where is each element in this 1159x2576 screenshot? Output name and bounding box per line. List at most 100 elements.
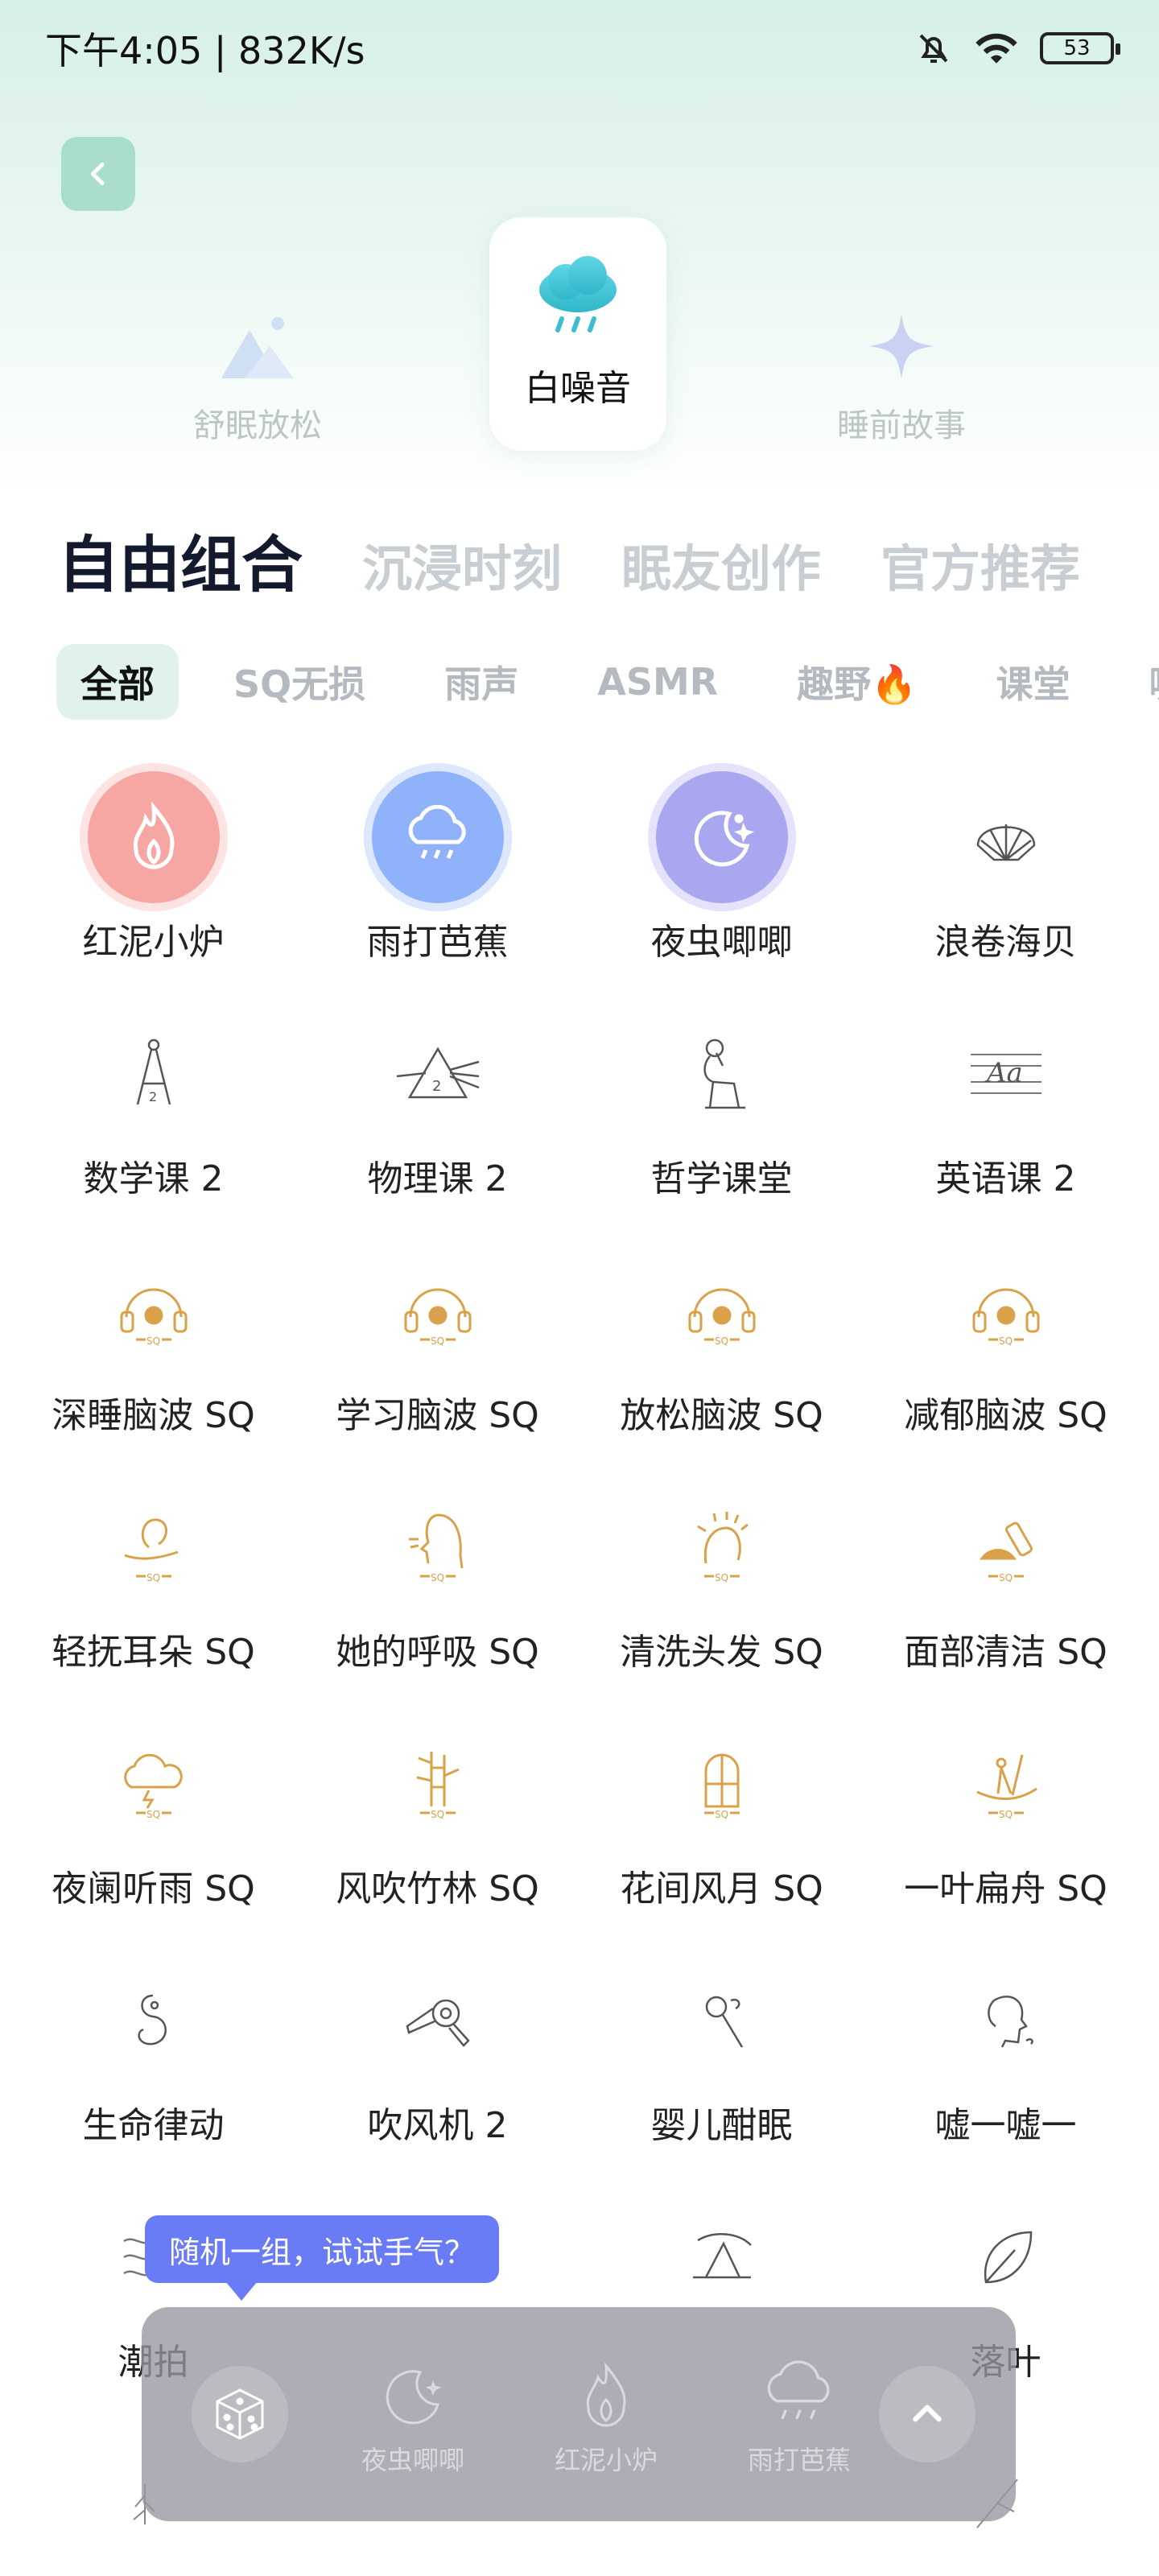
leaf-icon (984, 2231, 1032, 2284)
battery-indicator: 53 (1040, 32, 1120, 64)
sound-label: 一叶扁舟 SQ (904, 1868, 1107, 1909)
sound-label: 红泥小炉 (82, 922, 225, 963)
chip-outdoor[interactable]: 趣野🔥 (773, 644, 941, 720)
category-tabs: 舒眠放松 白噪音 睡前故事 (0, 217, 1159, 467)
status-icons: 53 (914, 29, 1120, 68)
sound-label: 婴儿酣眠 (650, 2105, 793, 2146)
sound-label: 花间风月 SQ (620, 1868, 823, 1909)
sound-item[interactable]: SQ 深睡脑波 SQ (11, 1238, 295, 1475)
sound-label: 英语课 2 (935, 1158, 1076, 1199)
sound-grid: 红泥小炉 雨打芭蕉 夜虫唧唧 浪卷海贝 2 数学课 2 2 物理课 2 哲学课堂… (0, 765, 1159, 2421)
category-tab-label: 舒眠放松 (193, 407, 322, 444)
sound-item[interactable]: 红泥小炉 (11, 765, 295, 1001)
sound-item[interactable]: 嘘一嘘一 (864, 1948, 1148, 2185)
sound-item[interactable]: 生命律动 (11, 1948, 295, 2185)
sound-item[interactable]: SQ 她的呼吸 SQ (295, 1475, 580, 1711)
sound-label: 减郁脑波 SQ (904, 1395, 1107, 1436)
svg-text:SQ: SQ (431, 1335, 444, 1347)
dock-item-label: 红泥小炉 (554, 2445, 658, 2475)
sound-item[interactable]: 哲学课堂 (580, 1001, 864, 1238)
sound-item[interactable]: SQ 轻抚耳朵 SQ (11, 1475, 295, 1711)
sound-item[interactable]: SQ 放松脑波 SQ (580, 1238, 864, 1475)
fetus-icon (137, 1994, 167, 2046)
sound-item[interactable]: SQ 一叶扁舟 SQ (864, 1711, 1148, 1948)
svg-text:SQ: SQ (431, 1572, 444, 1583)
sound-item[interactable]: SQ 风吹竹林 SQ (295, 1711, 580, 1948)
shell-icon (976, 824, 1035, 861)
sound-label: 夜虫唧唧 (650, 922, 793, 963)
back-button[interactable] (61, 137, 135, 211)
sound-label: 数学课 2 (83, 1158, 224, 1199)
chip-rain[interactable]: 雨声 (420, 644, 542, 720)
rattle-icon (705, 1996, 743, 2048)
headphones-icon: SQ (972, 1288, 1039, 1347)
headphones-icon: SQ (120, 1288, 187, 1347)
sound-label: 她的呼吸 SQ (336, 1632, 539, 1673)
compass-icon: 2 (136, 1038, 171, 1105)
random-dice-button[interactable] (192, 2366, 288, 2462)
sound-label: 生命律动 (82, 2105, 225, 2146)
dock-item-label: 夜虫唧唧 (361, 2445, 464, 2475)
svg-text:SQ: SQ (146, 1572, 160, 1583)
ear-hand-icon: SQ (123, 1518, 178, 1583)
chip-all[interactable]: 全部 (56, 644, 179, 720)
sound-item[interactable]: 夜虫唧唧 (580, 765, 864, 1001)
dock-item-label: 雨打芭蕉 (747, 2445, 851, 2475)
random-tooltip: 随机一组，试试手气？ (145, 2215, 499, 2301)
svg-text:2: 2 (432, 1078, 441, 1095)
category-tab-stories[interactable]: 睡前故事 (813, 290, 990, 446)
sound-label: 浪卷海贝 (934, 922, 1077, 963)
dock-item[interactable]: 雨打芭蕉 (723, 2351, 876, 2477)
flame-icon (586, 2362, 626, 2427)
status-time: 下午4:05 | 832K/s (45, 29, 365, 72)
tab-community[interactable]: 眠友创作 (621, 528, 821, 601)
svg-text:SQ: SQ (146, 1335, 160, 1347)
sound-item[interactable]: 婴儿酣眠 (580, 1948, 864, 2185)
sound-item[interactable]: 吹风机 2 (295, 1948, 580, 2185)
svg-text:SQ: SQ (715, 1809, 728, 1820)
tab-free-combo[interactable]: 自由组合 (58, 515, 303, 604)
woman-face-icon: SQ (408, 1513, 463, 1583)
sound-item[interactable]: SQ 夜阑听雨 SQ (11, 1711, 295, 1948)
tab-official[interactable]: 官方推荐 (881, 528, 1080, 601)
sound-item[interactable]: SQ 学习脑波 SQ (295, 1238, 580, 1475)
expand-dock-button[interactable] (879, 2366, 975, 2462)
headphones-icon: SQ (404, 1288, 471, 1347)
chip-classroom[interactable]: 课堂 (971, 644, 1094, 720)
sound-item[interactable]: SQ 花间风月 SQ (580, 1711, 864, 1948)
sound-item[interactable]: SQ 清洗头发 SQ (580, 1475, 864, 1711)
sound-item[interactable]: SQ 减郁脑波 SQ (864, 1238, 1148, 1475)
moon-icon (386, 2370, 442, 2425)
sound-item[interactable]: SQ 面部清洁 SQ (864, 1475, 1148, 1711)
sound-item[interactable]: 浪卷海贝 (864, 765, 1148, 1001)
sound-label: 深睡脑波 SQ (52, 1395, 255, 1436)
svg-text:SQ: SQ (999, 1809, 1013, 1820)
svg-text:SQ: SQ (715, 1335, 728, 1347)
category-tab-white-noise[interactable]: 白噪音 (489, 217, 666, 451)
thinker-icon (703, 1038, 745, 1109)
sound-label: 风吹竹林 SQ (336, 1868, 539, 1909)
category-tab-relax[interactable]: 舒眠放松 (169, 290, 346, 446)
sound-label: 哲学课堂 (650, 1158, 793, 1199)
tab-immersive[interactable]: 沉浸时刻 (362, 528, 562, 601)
filter-chips: 全部 SQ无损 雨声 ASMR 趣野🔥 课堂 咖啡馆 (56, 644, 1159, 720)
dock-item[interactable]: 红泥小炉 (530, 2351, 683, 2477)
rain-cloud-icon (408, 805, 466, 859)
chip-asmr[interactable]: ASMR (573, 649, 742, 715)
sound-item[interactable]: 2 数学课 2 (11, 1001, 295, 1238)
chip-cafe[interactable]: 咖啡馆 (1124, 644, 1159, 720)
sound-label: 吹风机 2 (367, 2105, 508, 2146)
sound-item[interactable]: Aa 英语课 2 (864, 1001, 1148, 1238)
dock-item[interactable]: 夜虫唧唧 (336, 2351, 489, 2477)
status-bar: 下午4:05 | 832K/s 53 (0, 0, 1159, 97)
mute-bell-icon (919, 34, 948, 63)
chevron-up-icon (913, 2405, 942, 2422)
category-tab-label: 白噪音 (525, 368, 631, 409)
boat-icon: SQ (975, 1754, 1037, 1820)
chip-sq[interactable]: SQ无损 (209, 644, 390, 720)
svg-text:2: 2 (149, 1089, 157, 1104)
sound-label: 雨打芭蕉 (366, 922, 509, 963)
sound-item[interactable]: 雨打芭蕉 (295, 765, 580, 1001)
headphones-icon: SQ (688, 1288, 755, 1347)
sound-item[interactable]: 2 物理课 2 (295, 1001, 580, 1238)
